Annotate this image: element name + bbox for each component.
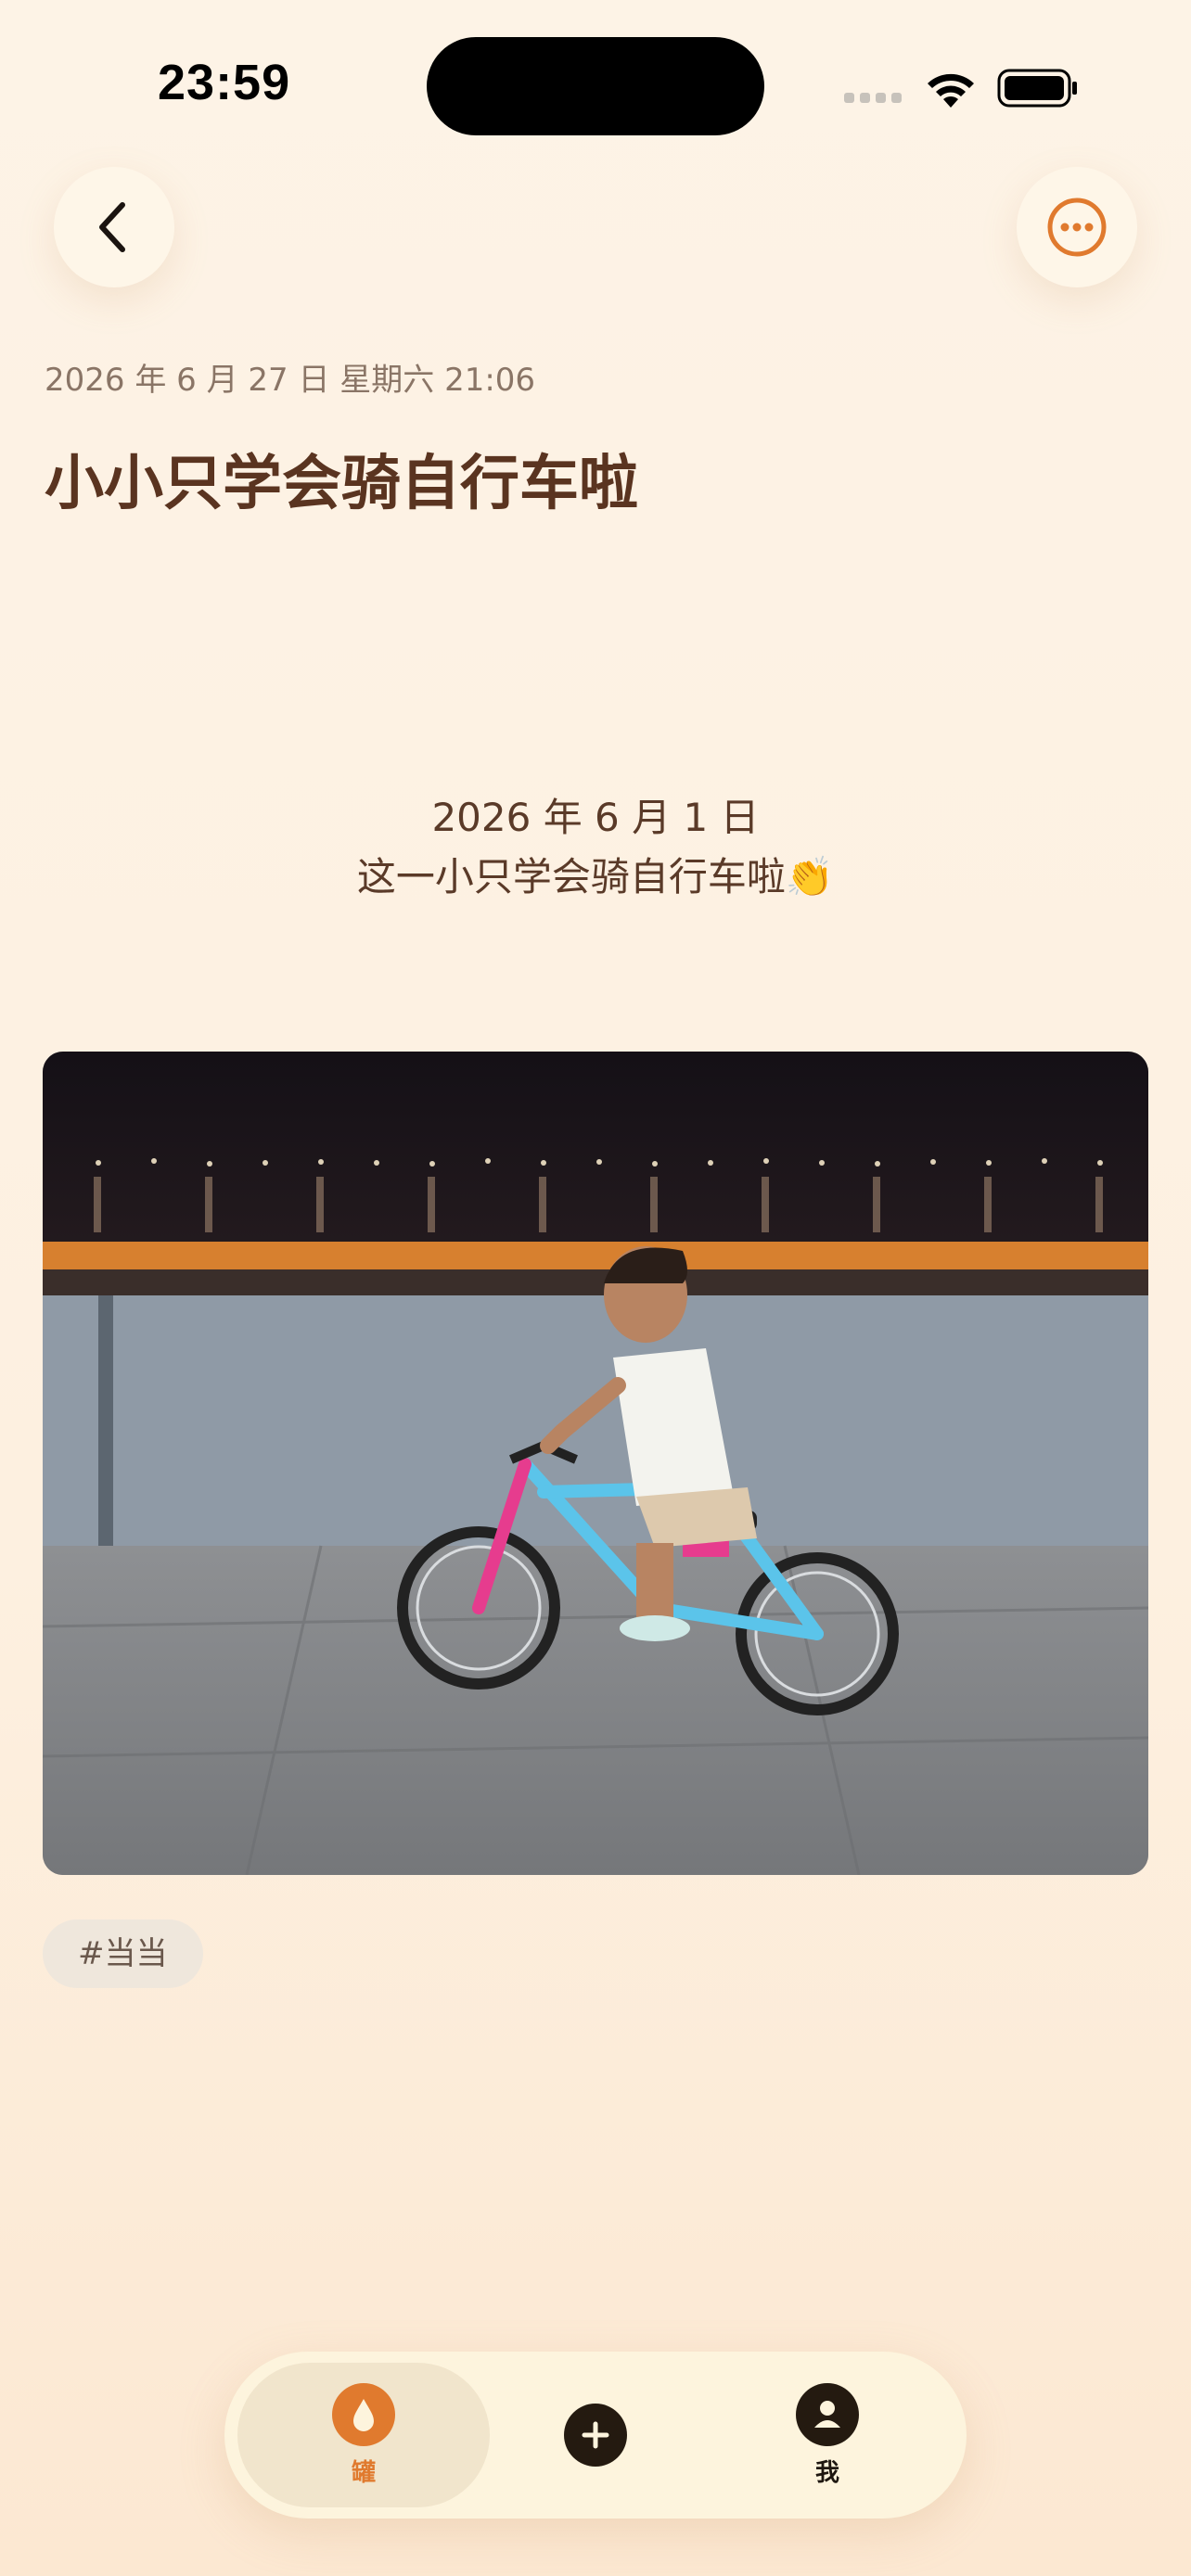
tab-label: 罐	[351, 2458, 376, 2487]
wifi-icon	[928, 73, 974, 108]
bottom-tab-bar: 罐 我	[224, 2352, 967, 2519]
drop-icon	[332, 2382, 395, 2446]
tab-jar[interactable]: 罐	[271, 2352, 456, 2519]
post-body: 2026 年 6 月 1 日 这一小只学会骑自行车啦👏	[0, 788, 1191, 907]
dynamic-island	[427, 37, 764, 135]
tab-me[interactable]: 我	[735, 2352, 920, 2519]
chevron-left-icon	[99, 202, 125, 252]
add-button[interactable]	[503, 2352, 688, 2519]
cellular-signal-icon	[844, 93, 902, 103]
post-date: 2026 年 6 月 27 日 星期六 21:06	[45, 362, 536, 399]
tab-label: 我	[814, 2458, 839, 2487]
post-body-line: 这一小只学会骑自行车啦👏	[356, 854, 835, 899]
post-photo[interactable]	[43, 1052, 1148, 1875]
post-body-line: 2026 年 6 月 1 日	[431, 795, 760, 840]
plus-icon	[564, 2404, 627, 2467]
person-icon	[796, 2382, 859, 2446]
back-button[interactable]	[54, 167, 174, 287]
more-horizontal-icon	[1047, 198, 1107, 257]
status-time: 23:59	[158, 55, 291, 110]
post-tag[interactable]: #当当	[43, 1919, 203, 1988]
more-options-button[interactable]	[1017, 167, 1137, 287]
battery-icon	[997, 69, 1077, 108]
post-title: 小小只学会骑自行车啦	[45, 450, 638, 518]
